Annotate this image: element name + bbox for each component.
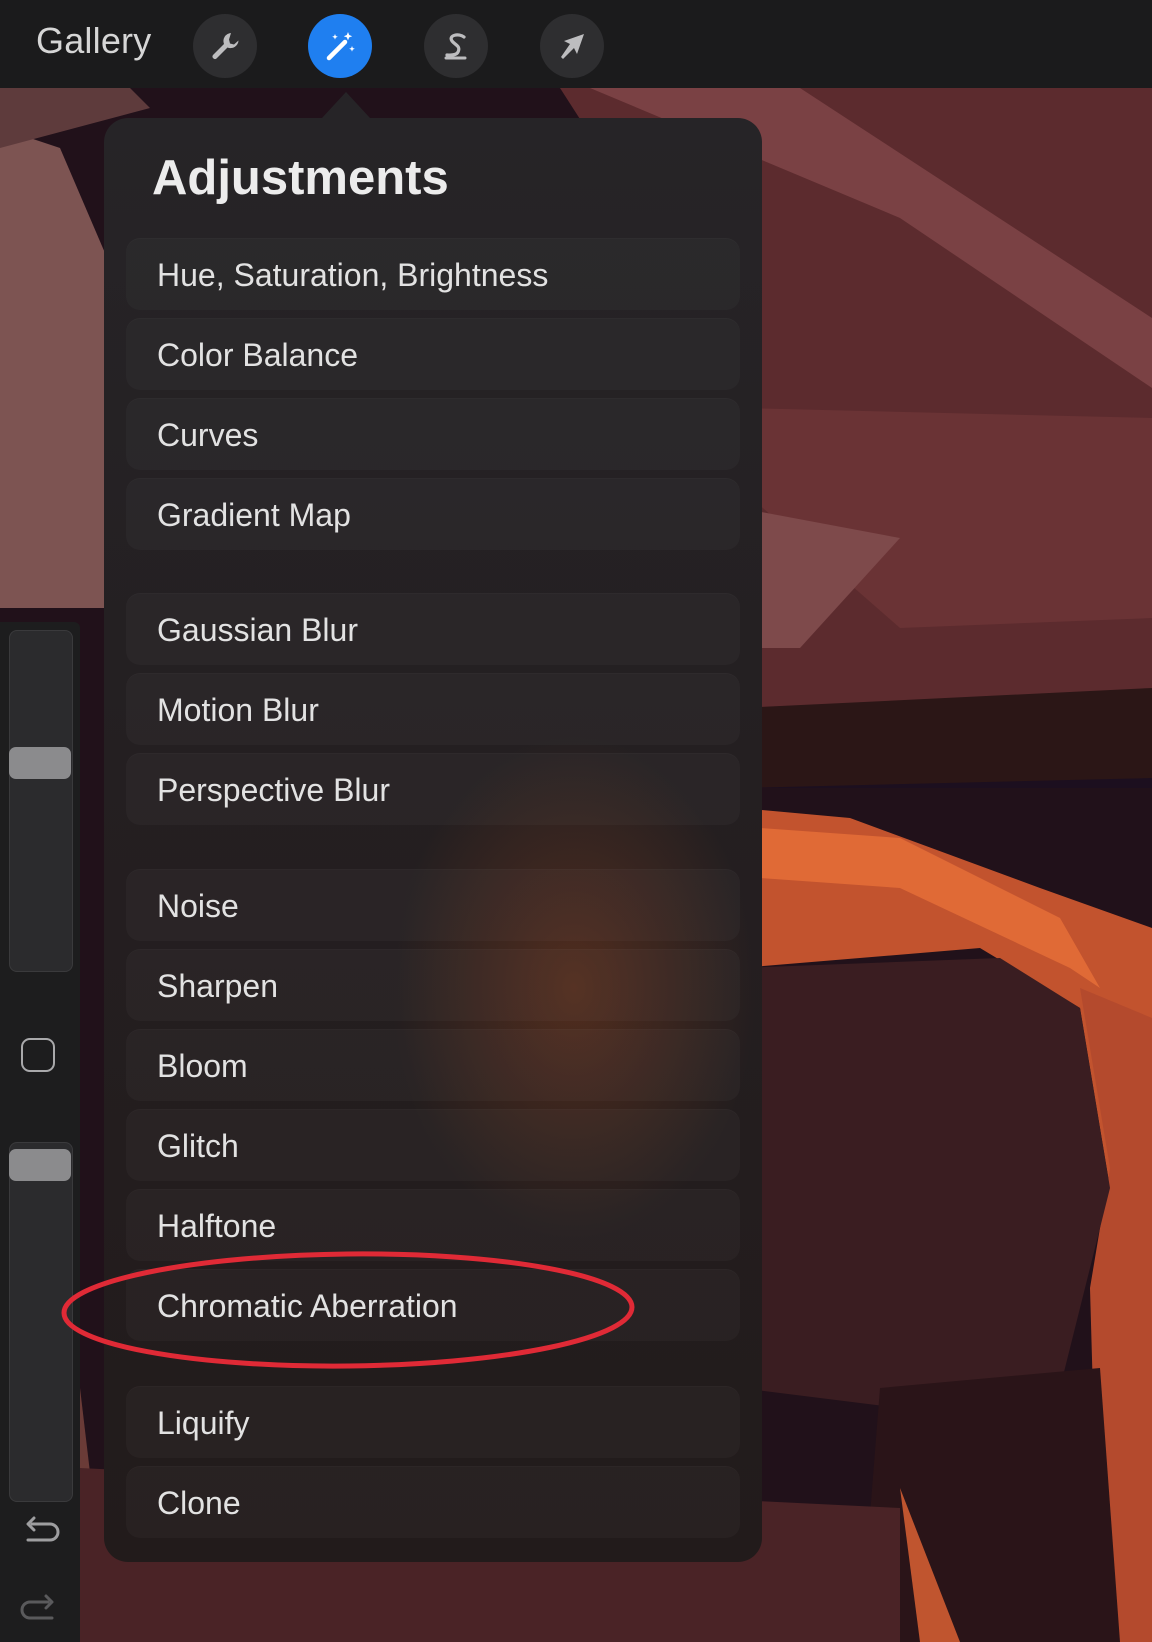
adjustments-popover: Adjustments Hue, Saturation, Brightness … xyxy=(104,118,762,1562)
menu-item-sharpen[interactable]: Sharpen xyxy=(126,949,740,1021)
top-toolbar: Gallery xyxy=(0,0,1152,88)
menu-item-label: Hue, Saturation, Brightness xyxy=(157,257,549,293)
menu-item-label: Color Balance xyxy=(157,337,358,373)
selection-s-icon xyxy=(444,33,467,60)
gallery-button[interactable]: Gallery xyxy=(36,20,151,62)
magic-wand-icon xyxy=(326,32,355,61)
popover-arrow xyxy=(322,92,370,118)
undo-icon xyxy=(26,1516,60,1542)
menu-item-label: Halftone xyxy=(157,1208,277,1244)
menu-item-label: Glitch xyxy=(157,1128,239,1164)
menu-item-label: Motion Blur xyxy=(157,692,319,728)
undo-button[interactable] xyxy=(20,1510,60,1550)
transform-button[interactable] xyxy=(540,14,604,78)
brush-size-slider[interactable] xyxy=(9,630,73,972)
menu-item-clone[interactable]: Clone xyxy=(126,1466,740,1538)
menu-item-gaussian-blur[interactable]: Gaussian Blur xyxy=(126,593,740,665)
menu-item-label: Liquify xyxy=(157,1405,250,1441)
menu-item-label: Sharpen xyxy=(157,968,278,1004)
popover-title: Adjustments xyxy=(152,151,449,205)
actions-button[interactable] xyxy=(193,14,257,78)
sidebar xyxy=(0,622,80,1642)
menu-item-label: Bloom xyxy=(157,1048,248,1084)
menu-item-label: Curves xyxy=(157,417,259,453)
redo-button[interactable] xyxy=(20,1588,60,1628)
adjustments-button[interactable] xyxy=(308,14,372,78)
menu-item-gradient-map[interactable]: Gradient Map xyxy=(126,478,740,550)
opacity-slider[interactable] xyxy=(9,1142,73,1502)
menu-item-perspective-blur[interactable]: Perspective Blur xyxy=(126,753,740,825)
wrench-icon xyxy=(212,33,239,59)
menu-item-label: Gaussian Blur xyxy=(157,612,358,648)
menu-item-halftone[interactable]: Halftone xyxy=(126,1189,740,1261)
menu-item-label: Chromatic Aberration xyxy=(157,1288,458,1324)
menu-item-label: Clone xyxy=(157,1485,241,1521)
menu-item-noise[interactable]: Noise xyxy=(126,869,740,941)
opacity-slider-thumb[interactable] xyxy=(9,1148,71,1181)
selection-button[interactable] xyxy=(424,14,488,78)
redo-icon xyxy=(20,1594,54,1620)
modify-square-button[interactable] xyxy=(21,1038,55,1072)
menu-item-label: Gradient Map xyxy=(157,497,351,533)
menu-item-motion-blur[interactable]: Motion Blur xyxy=(126,673,740,745)
menu-item-label: Noise xyxy=(157,888,239,924)
menu-item-label: Perspective Blur xyxy=(157,772,390,808)
brush-size-slider-thumb[interactable] xyxy=(9,747,71,780)
menu-item-color-balance[interactable]: Color Balance xyxy=(126,318,740,390)
menu-item-bloom[interactable]: Bloom xyxy=(126,1029,740,1101)
menu-item-liquify[interactable]: Liquify xyxy=(126,1386,740,1458)
menu-item-curves[interactable]: Curves xyxy=(126,398,740,470)
menu-item-hue-saturation-brightness[interactable]: Hue, Saturation, Brightness xyxy=(126,238,740,310)
menu-item-glitch[interactable]: Glitch xyxy=(126,1109,740,1181)
arrow-cursor-icon xyxy=(561,34,584,59)
menu-item-chromatic-aberration[interactable]: Chromatic Aberration xyxy=(126,1269,740,1341)
